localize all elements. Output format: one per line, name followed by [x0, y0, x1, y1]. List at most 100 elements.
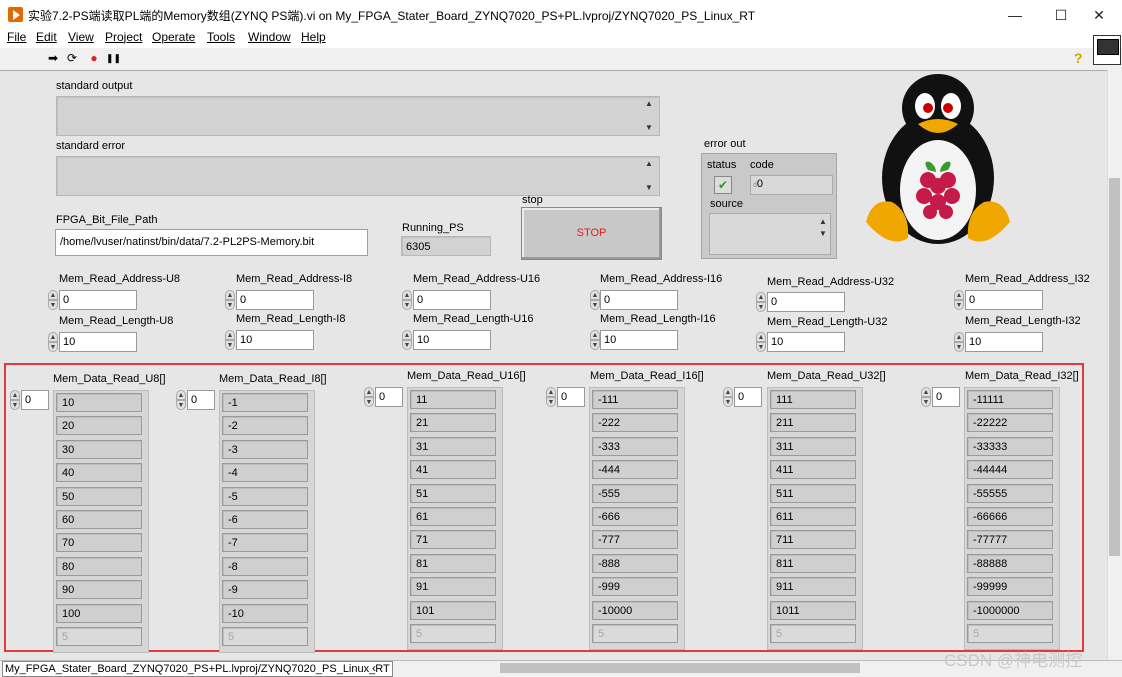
mem-data-read-i32-index-spinner[interactable]: ▲ ▼	[921, 387, 931, 407]
mem-read-address-i32-increment-arrow-icon[interactable]: ▲	[954, 290, 964, 300]
context-help-icon[interactable]: ?	[1074, 50, 1083, 66]
mem-data-read-u32-index-spinner[interactable]: ▲ ▼	[723, 387, 733, 407]
standard-output-scroll-icon[interactable]: ▲ ▼	[642, 98, 656, 134]
mem-data-read-i8-index-spinner[interactable]: ▲ ▼	[176, 390, 186, 410]
mem-data-read-i8-index-decrement-arrow-icon[interactable]: ▼	[176, 400, 186, 410]
mem-read-length-u8-increment-arrow-icon[interactable]: ▲	[48, 332, 58, 342]
mem-data-read-u16-index-input[interactable]: 0	[375, 387, 403, 407]
mem-data-read-u32-index-decrement-arrow-icon[interactable]: ▼	[723, 397, 733, 407]
mem-data-read-u8-index-spinner[interactable]: ▲ ▼	[10, 390, 20, 410]
mem-read-address-i8-increment-arrow-icon[interactable]: ▲	[225, 290, 235, 300]
run-continuously-icon[interactable]: ⟳	[65, 51, 79, 65]
menu-window[interactable]: Window	[248, 30, 291, 44]
mem-data-read-i32-element: -11111	[967, 390, 1053, 409]
mem-read-length-u16-spinner[interactable]: ▲ ▼	[402, 330, 412, 350]
mem-read-length-i16-spinner[interactable]: ▲ ▼	[590, 330, 600, 350]
menu-file[interactable]: File	[7, 30, 26, 44]
labview-vi-icon	[8, 7, 23, 22]
mem-read-length-i32-increment-arrow-icon[interactable]: ▲	[954, 332, 964, 342]
mem-read-length-u32-spinner[interactable]: ▲ ▼	[756, 332, 766, 352]
vertical-scroll-thumb[interactable]	[1109, 178, 1120, 556]
mem-read-length-i32-decrement-arrow-icon[interactable]: ▼	[954, 342, 964, 352]
mem-data-read-u16-index-increment-arrow-icon[interactable]: ▲	[364, 387, 374, 397]
mem-data-read-i32-index-input[interactable]: 0	[932, 387, 960, 407]
mem-data-read-i8-label: Mem_Data_Read_I8[]	[219, 373, 327, 385]
menu-view[interactable]: View	[68, 30, 94, 44]
abort-execution-icon[interactable]: ●	[87, 51, 101, 65]
mem-read-address-i32-label: Mem_Read_Address_I32	[965, 273, 1090, 285]
standard-error-scroll-icon[interactable]: ▲ ▼	[642, 158, 656, 194]
fpga-bit-file-path-field[interactable]: /home/lvuser/natinst/bin/data/7.2-PL2PS-…	[55, 229, 368, 256]
mem-data-read-i32-index-increment-arrow-icon[interactable]: ▲	[921, 387, 931, 397]
menu-project[interactable]: Project	[105, 30, 142, 44]
mem-data-read-i8-index-increment-arrow-icon[interactable]: ▲	[176, 390, 186, 400]
mem-data-read-i16-index-spinner[interactable]: ▲ ▼	[546, 387, 556, 407]
mem-read-address-u32-spinner[interactable]: ▲ ▼	[756, 292, 766, 312]
horizontal-scroll-thumb[interactable]	[500, 663, 860, 673]
mem-read-length-u32-decrement-arrow-icon[interactable]: ▼	[756, 342, 766, 352]
scroll-left-arrow-icon[interactable]: ‹	[372, 661, 376, 675]
mem-read-length-i32-spinner[interactable]: ▲ ▼	[954, 332, 964, 352]
mem-read-length-u8-spinner[interactable]: ▲ ▼	[48, 332, 58, 352]
mem-read-address-u8-input[interactable]: 0	[59, 290, 137, 310]
mem-read-length-u16-increment-arrow-icon[interactable]: ▲	[402, 330, 412, 340]
pause-icon[interactable]: ❚❚	[106, 51, 121, 65]
mem-data-read-u32-index-increment-arrow-icon[interactable]: ▲	[723, 387, 733, 397]
mem-read-address-u32-decrement-arrow-icon[interactable]: ▼	[756, 302, 766, 312]
mem-data-read-i16-index-increment-arrow-icon[interactable]: ▲	[546, 387, 556, 397]
mem-read-length-i16-input[interactable]: 10	[600, 330, 678, 350]
mem-data-read-u16-index-decrement-arrow-icon[interactable]: ▼	[364, 397, 374, 407]
menu-operate[interactable]: Operate	[152, 30, 195, 44]
mem-read-length-u8-input[interactable]: 10	[59, 332, 137, 352]
error-source-scroll-icon[interactable]: ▲ ▼	[816, 216, 830, 240]
mem-data-read-u32-index-input[interactable]: 0	[734, 387, 762, 407]
mem-read-address-u32-increment-arrow-icon[interactable]: ▲	[756, 292, 766, 302]
mem-read-length-i8-decrement-arrow-icon[interactable]: ▼	[225, 340, 235, 350]
mem-read-length-u32-increment-arrow-icon[interactable]: ▲	[756, 332, 766, 342]
mem-read-length-i32-input[interactable]: 10	[965, 332, 1043, 352]
mem-read-address-i8-input[interactable]: 0	[236, 290, 314, 310]
mem-read-length-u8-decrement-arrow-icon[interactable]: ▼	[48, 342, 58, 352]
mem-data-read-i16-index-input[interactable]: 0	[557, 387, 585, 407]
run-arrow-icon[interactable]: ➡	[46, 51, 60, 65]
mem-read-address-u16-decrement-arrow-icon[interactable]: ▼	[402, 300, 412, 310]
stop-button[interactable]: STOP	[521, 207, 662, 260]
mem-read-address-u32-input[interactable]: 0	[767, 292, 845, 312]
mem-read-length-u16-input[interactable]: 10	[413, 330, 491, 350]
close-button[interactable]: ✕	[1076, 0, 1122, 30]
mem-read-address-i16-input[interactable]: 0	[600, 290, 678, 310]
menu-help[interactable]: Help	[301, 30, 326, 44]
mem-read-address-u8-increment-arrow-icon[interactable]: ▲	[48, 290, 58, 300]
mem-read-length-u16-decrement-arrow-icon[interactable]: ▼	[402, 340, 412, 350]
mem-read-address-u16-input[interactable]: 0	[413, 290, 491, 310]
mem-read-address-u8-spinner[interactable]: ▲ ▼	[48, 290, 58, 310]
mem-data-read-u16-index-spinner[interactable]: ▲ ▼	[364, 387, 374, 407]
mem-data-read-i16-index-decrement-arrow-icon[interactable]: ▼	[546, 397, 556, 407]
mem-read-address-i8-decrement-arrow-icon[interactable]: ▼	[225, 300, 235, 310]
mem-read-address-u16-spinner[interactable]: ▲ ▼	[402, 290, 412, 310]
mem-data-read-i32-index-decrement-arrow-icon[interactable]: ▼	[921, 397, 931, 407]
mem-read-address-u16-increment-arrow-icon[interactable]: ▲	[402, 290, 412, 300]
mem-read-length-i16-increment-arrow-icon[interactable]: ▲	[590, 330, 600, 340]
mem-read-address-i16-spinner[interactable]: ▲ ▼	[590, 290, 600, 310]
menu-edit[interactable]: Edit	[36, 30, 57, 44]
minimize-button[interactable]: —	[992, 0, 1038, 30]
mem-read-length-i8-increment-arrow-icon[interactable]: ▲	[225, 330, 235, 340]
mem-read-address-i16-increment-arrow-icon[interactable]: ▲	[590, 290, 600, 300]
mem-data-read-u8-index-input[interactable]: 0	[21, 390, 49, 410]
mem-read-address-u8-decrement-arrow-icon[interactable]: ▼	[48, 300, 58, 310]
mem-read-address-i8-spinner[interactable]: ▲ ▼	[225, 290, 235, 310]
mem-data-read-u8-index-increment-arrow-icon[interactable]: ▲	[10, 390, 20, 400]
mem-read-address-i16-decrement-arrow-icon[interactable]: ▼	[590, 300, 600, 310]
mem-read-length-i8-input[interactable]: 10	[236, 330, 314, 350]
mem-data-read-u8-index-decrement-arrow-icon[interactable]: ▼	[10, 400, 20, 410]
mem-read-length-i16-decrement-arrow-icon[interactable]: ▼	[590, 340, 600, 350]
mem-data-read-i8-index-input[interactable]: 0	[187, 390, 215, 410]
mem-read-address-i8-label: Mem_Read_Address-I8	[236, 273, 353, 285]
mem-read-address-i32-spinner[interactable]: ▲ ▼	[954, 290, 964, 310]
mem-read-length-i8-spinner[interactable]: ▲ ▼	[225, 330, 235, 350]
mem-read-address-i32-input[interactable]: 0	[965, 290, 1043, 310]
mem-read-length-u32-input[interactable]: 10	[767, 332, 845, 352]
menu-tools[interactable]: Tools	[207, 30, 235, 44]
mem-read-address-i32-decrement-arrow-icon[interactable]: ▼	[954, 300, 964, 310]
